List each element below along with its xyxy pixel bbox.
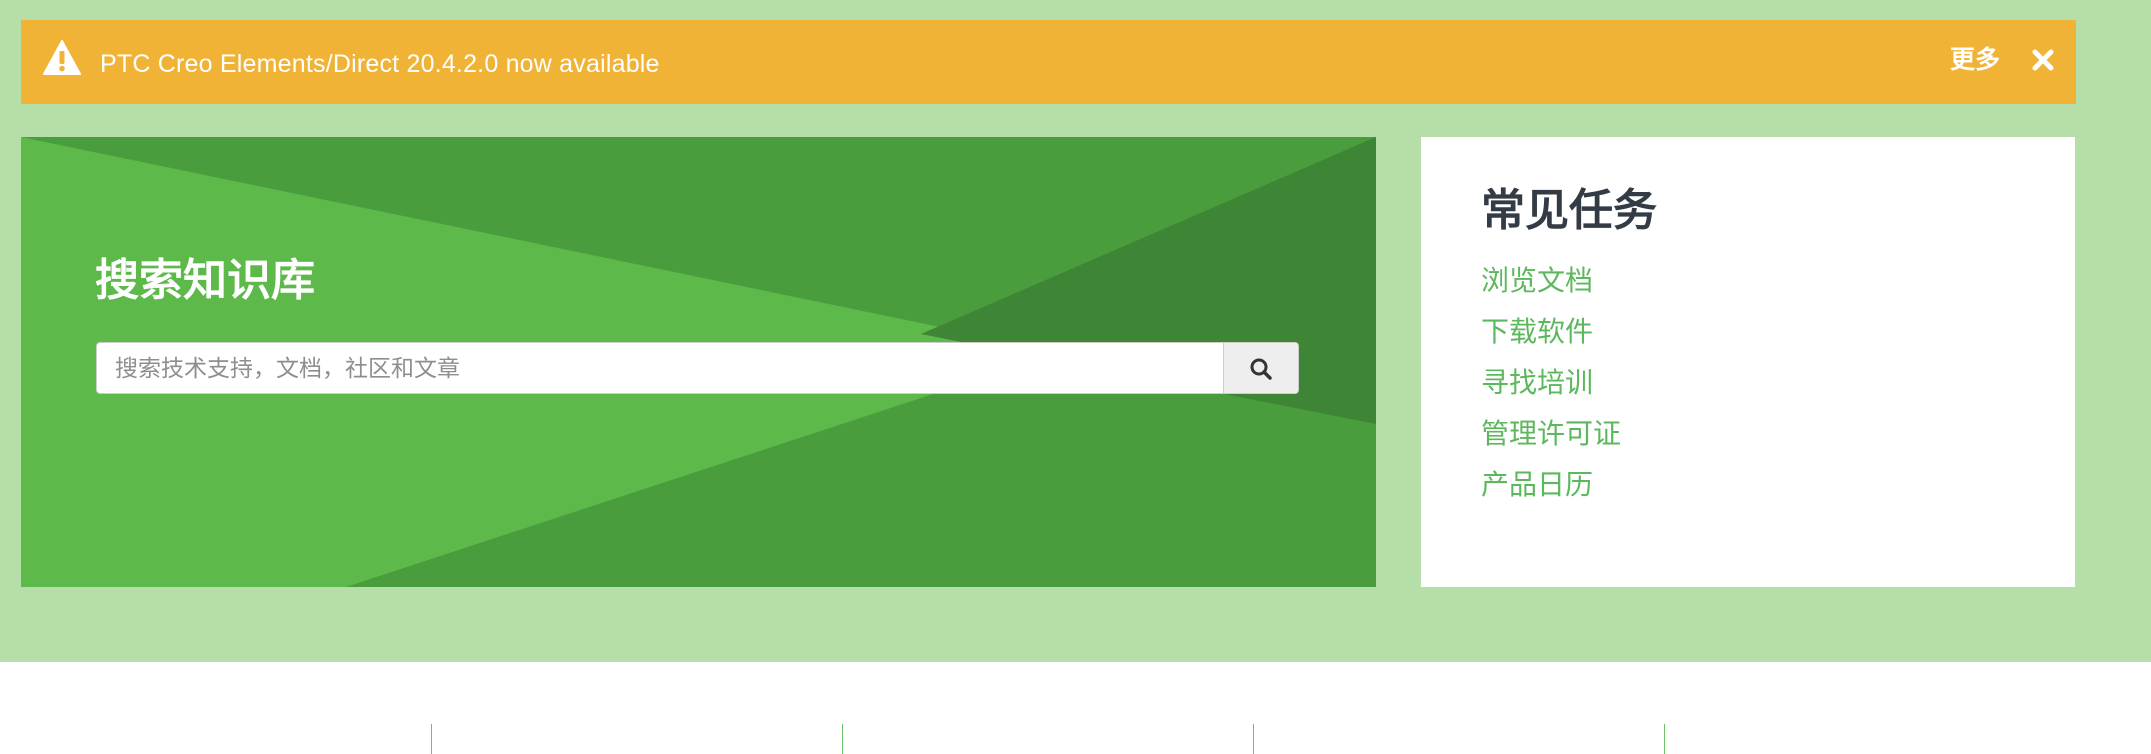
task-link-product-calendar[interactable]: 产品日历	[1481, 467, 1621, 518]
knowledge-search-panel: 搜索知识库	[21, 137, 1376, 587]
warning-triangle-icon	[43, 40, 81, 75]
search-box	[96, 342, 1299, 394]
task-link-browse-docs[interactable]: 浏览文档	[1481, 263, 1621, 314]
section-divider	[431, 724, 432, 754]
search-input[interactable]	[97, 343, 1225, 393]
common-tasks-list: 浏览文档 下载软件 寻找培训 管理许可证 产品日历	[1481, 263, 1621, 518]
section-divider	[1664, 724, 1665, 754]
task-link-manage-licenses[interactable]: 管理许可证	[1481, 416, 1621, 467]
announcement-banner: PTC Creo Elements/Direct 20.4.2.0 now av…	[21, 20, 2076, 104]
more-link[interactable]: 更多	[1950, 20, 2000, 100]
search-icon	[1250, 358, 1272, 380]
section-divider	[1253, 724, 1254, 754]
close-icon[interactable]	[2032, 48, 2054, 72]
task-link-download-software[interactable]: 下载软件	[1481, 314, 1621, 365]
announcement-text: PTC Creo Elements/Direct 20.4.2.0 now av…	[100, 50, 660, 78]
task-link-find-training[interactable]: 寻找培训	[1481, 365, 1621, 416]
section-divider	[842, 724, 843, 754]
common-tasks-panel: 常见任务 浏览文档 下载软件 寻找培训 管理许可证 产品日历	[1421, 137, 2075, 587]
search-button[interactable]	[1223, 343, 1298, 393]
common-tasks-title: 常见任务	[1481, 186, 1657, 235]
hero-title: 搜索知识库	[95, 256, 315, 305]
